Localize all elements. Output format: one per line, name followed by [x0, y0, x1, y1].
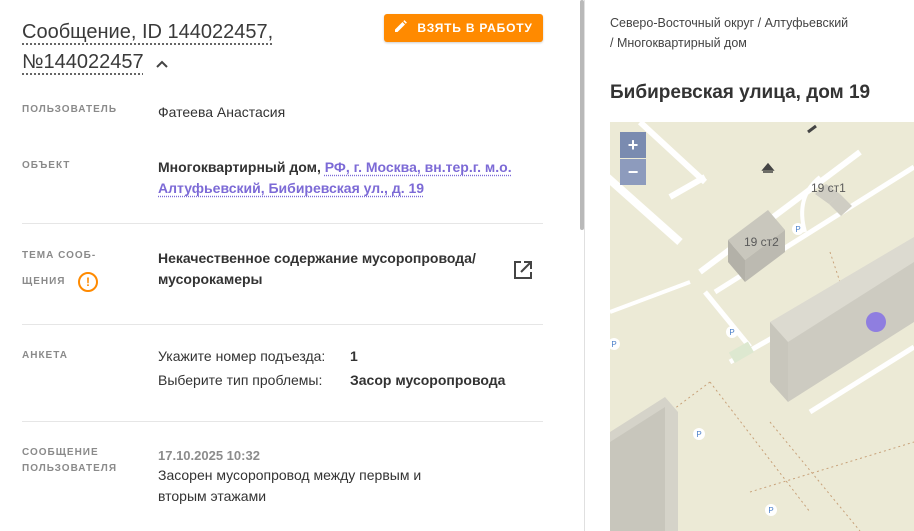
topic-value-line2: мусорокамеры — [158, 271, 263, 287]
building-label-2: 19 ст2 — [744, 235, 779, 249]
map[interactable]: P P P P P 19 ст1 19 ст2 + − — [610, 122, 914, 531]
zoom-out-button[interactable]: − — [620, 159, 646, 185]
topic-value: Некачественное содержание мусоропровода/… — [158, 248, 498, 290]
message-title-line1: Сообщение, ID 144022457, — [22, 21, 274, 43]
survey-question-1: Укажите номер подъезда: — [158, 348, 326, 364]
parking-label: P — [611, 340, 616, 349]
location-address: Бибиревская улица, дом 19 — [610, 82, 871, 103]
message-title-line2: №144022457 — [22, 51, 144, 73]
warning-icon: ! — [78, 272, 98, 292]
message-text-line2: вторым этажами — [158, 488, 267, 504]
message-panel: Сообщение, ID 144022457, №144022457 ВЗЯТ… — [0, 0, 584, 531]
divider — [22, 421, 543, 422]
object-value: Многоквартирный дом, РФ, г. Москва, вн.т… — [158, 157, 538, 199]
take-to-work-button[interactable]: ВЗЯТЬ В РАБОТУ — [384, 14, 543, 42]
breadcrumb-line1: Северо-Восточный округ / Алтуфьевский — [610, 16, 849, 30]
parking-label: P — [795, 225, 800, 234]
divider — [22, 223, 543, 224]
message-date: 17.10.2025 10:32 — [158, 448, 260, 463]
parking-label: P — [768, 506, 773, 515]
survey-answer-1: 1 — [350, 348, 358, 364]
survey-answer-2: Засор мусоропровода — [350, 372, 506, 388]
map-canvas: P P P P P 19 ст1 19 ст2 — [610, 122, 914, 531]
divider — [22, 324, 543, 325]
location-marker — [866, 312, 886, 332]
survey-question-2: Выберите тип проблемы: — [158, 372, 323, 388]
parking-label: P — [696, 430, 701, 439]
message-text: Засорен мусоропровод между первым и втор… — [158, 465, 488, 507]
user-label: ПОЛЬЗОВАТЕЛЬ — [22, 104, 118, 115]
message-text-line1: Засорен мусоропровод между первым и — [158, 467, 422, 483]
object-type: Многоквартирный дом, — [158, 159, 321, 175]
chevron-up-icon[interactable] — [155, 48, 169, 78]
topic-label-2: ЩЕНИЯ — [22, 276, 66, 287]
topic-value-line1: Некачественное содержание мусоропровода/ — [158, 250, 476, 266]
breadcrumb-line2: / Многоквартирный дом — [610, 36, 747, 50]
zoom-in-button[interactable]: + — [620, 132, 646, 158]
building-label-1: 19 ст1 — [811, 181, 846, 195]
user-value: Фатеева Анастасия — [158, 104, 286, 120]
object-address-link-2[interactable]: Алтуфьевский, Бибиревская ул., д. 19 — [158, 180, 424, 196]
breadcrumb: Северо-Восточный округ / Алтуфьевский / … — [610, 13, 900, 53]
message-label-2: ПОЛЬЗОВАТЕЛЯ — [22, 463, 118, 474]
message-label-1: СООБЩЕНИЕ — [22, 447, 99, 458]
object-address-link-1[interactable]: РФ, г. Москва, вн.тер.г. м.о. — [325, 159, 512, 175]
topic-label-1: ТЕМА СООБ- — [22, 250, 97, 261]
parking-label: P — [729, 328, 734, 337]
open-external-icon[interactable] — [512, 259, 534, 281]
location-panel: Северо-Восточный округ / Алтуфьевский / … — [585, 0, 914, 531]
survey-label: АНКЕТА — [22, 350, 68, 361]
object-label: ОБЪЕКТ — [22, 160, 71, 171]
map-zoom-controls: + − — [620, 132, 646, 185]
take-to-work-label: ВЗЯТЬ В РАБОТУ — [417, 21, 533, 35]
pencil-icon — [394, 20, 408, 36]
message-title[interactable]: Сообщение, ID 144022457, №144022457 — [22, 17, 372, 78]
